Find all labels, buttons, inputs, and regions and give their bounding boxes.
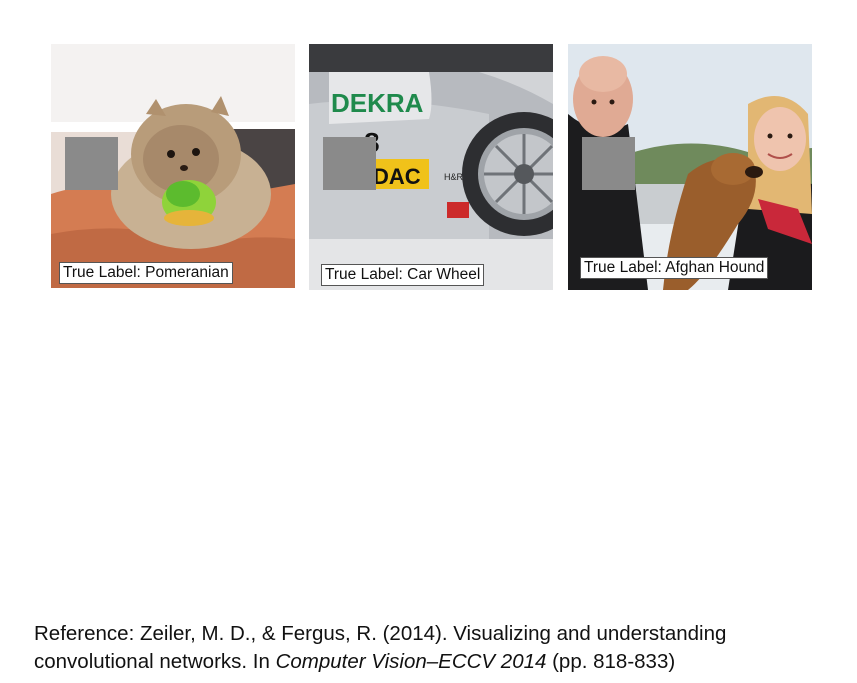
- reference-venue: Computer Vision–ECCV 2014: [275, 650, 547, 673]
- pomeranian-image-panel: True Label: Pomeranian: [51, 44, 295, 288]
- true-label-caption: True Label: Afghan Hound: [580, 257, 769, 279]
- car-wheel-image-panel: DEKRA 8 DAC H&R True Label: Car Wheel: [309, 44, 553, 290]
- true-label-caption: True Label: Pomeranian: [59, 262, 233, 284]
- hr-sticker-text: H&R: [444, 172, 464, 182]
- sponsor-text: DAC: [373, 164, 421, 189]
- dekra-sticker-text: DEKRA: [331, 88, 424, 118]
- occluder-square: [323, 137, 376, 190]
- occluder-square: [582, 137, 635, 190]
- true-label-caption: True Label: Car Wheel: [321, 264, 485, 286]
- reference-citation: Reference: Zeiler, M. D., & Fergus, R. (…: [34, 620, 849, 676]
- occluder-square: [65, 137, 118, 190]
- afghan-hound-image-panel: True Label: Afghan Hound: [568, 44, 812, 290]
- reference-pages: (pp. 818-833): [546, 650, 676, 673]
